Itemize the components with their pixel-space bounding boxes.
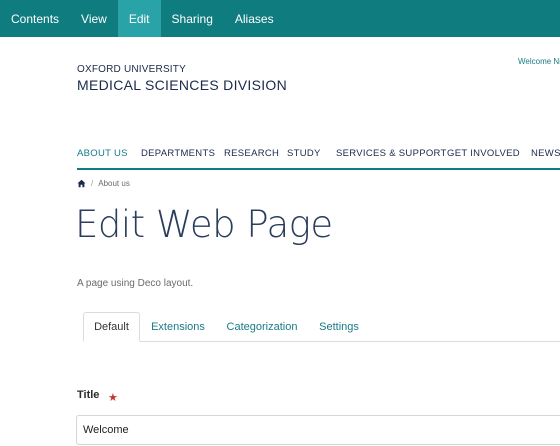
edit-toolbar: Contents View Edit Sharing Aliases: [0, 0, 560, 37]
required-icon: ★: [108, 392, 118, 404]
title-field-label: Title: [77, 389, 100, 401]
tab-settings[interactable]: Settings: [314, 312, 364, 342]
page-description: A page using Deco layout.: [77, 278, 194, 289]
home-icon[interactable]: [77, 179, 86, 188]
toolbar-edit[interactable]: Edit: [117, 0, 161, 37]
nav-services-support[interactable]: SERVICES & SUPPORT: [336, 148, 447, 159]
title-input[interactable]: [76, 415, 560, 445]
brand-university[interactable]: OXFORD UNIVERSITY: [77, 64, 186, 75]
breadcrumb-current[interactable]: About us: [98, 179, 130, 188]
nav-get-involved[interactable]: GET INVOLVED: [447, 148, 520, 159]
page-title: Edit Web Page: [75, 203, 333, 246]
nav-study[interactable]: STUDY: [287, 148, 321, 159]
nav-news[interactable]: NEWS: [531, 148, 560, 159]
toolbar-view[interactable]: View: [70, 0, 118, 37]
nav-research[interactable]: RESEARCH: [224, 148, 279, 159]
breadcrumb: / About us: [77, 177, 130, 189]
toolbar-sharing[interactable]: Sharing: [161, 0, 224, 37]
toolbar-contents[interactable]: Contents: [0, 0, 70, 37]
breadcrumb-separator: /: [91, 178, 94, 188]
nav-departments[interactable]: DEPARTMENTS: [141, 148, 215, 159]
nav-divider: [77, 168, 560, 170]
tab-extensions[interactable]: Extensions: [147, 312, 209, 342]
toolbar-aliases[interactable]: Aliases: [224, 0, 285, 37]
tab-default[interactable]: Default: [83, 312, 140, 342]
brand-division[interactable]: MEDICAL SCIENCES DIVISION: [77, 77, 287, 93]
tab-categorization[interactable]: Categorization: [222, 312, 302, 342]
welcome-user-link[interactable]: Welcome Ni: [518, 57, 560, 66]
nav-about-us[interactable]: ABOUT US: [77, 148, 128, 159]
